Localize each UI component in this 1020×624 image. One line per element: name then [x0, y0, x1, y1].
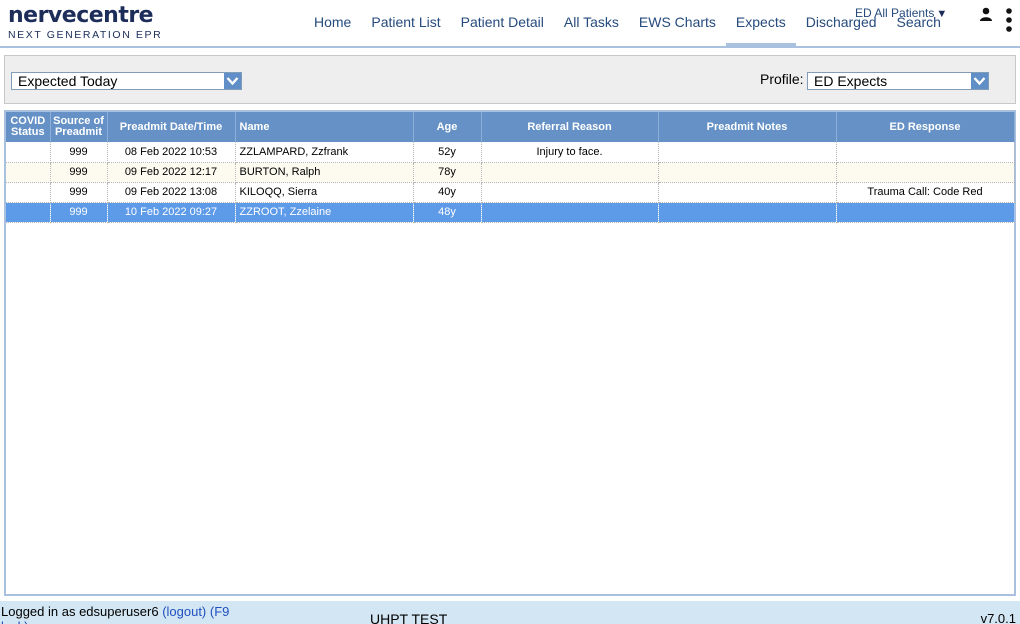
dropdown-arrow-icon[interactable]: [224, 73, 241, 89]
expected-day-value: Expected Today: [18, 73, 118, 89]
logout-link[interactable]: (logout): [162, 604, 206, 619]
nervecentre-logo[interactable]: nervecentre NEXT GENERATION EPR: [8, 3, 163, 42]
nav-patient-detail[interactable]: Patient Detail: [451, 0, 554, 46]
table-row-selected[interactable]: 999 10 Feb 2022 09:27 ZZROOT, Zzelaine 4…: [6, 202, 1015, 223]
col-covid-status[interactable]: COVID Status: [6, 112, 51, 142]
col-preadmit-datetime[interactable]: Preadmit Date/Time: [107, 112, 236, 142]
col-preadmit-notes[interactable]: Preadmit Notes: [658, 112, 837, 142]
table-row[interactable]: 999 09 Feb 2022 13:08 KILOQQ, Sierra 40y…: [6, 182, 1015, 203]
nav-all-tasks[interactable]: All Tasks: [554, 0, 629, 46]
filter-toolbar: Expected Today Profile: ED Expects: [4, 55, 1016, 104]
dropdown-arrow-icon[interactable]: [971, 73, 988, 89]
site-name: UHPT TEST: [370, 611, 448, 624]
kebab-menu-icon[interactable]: [1005, 8, 1013, 34]
expects-table: COVID Status Source of Preadmit Preadmit D…: [6, 112, 1015, 223]
col-ed-response[interactable]: ED Response: [836, 112, 1015, 142]
table-row[interactable]: 999 09 Feb 2022 12:17 BURTON, Ralph 78y: [6, 162, 1015, 183]
nav-patient-list[interactable]: Patient List: [361, 0, 450, 46]
logo-tagline: NEXT GENERATION EPR: [8, 29, 163, 41]
logged-in-text: Logged in as edsuperuser6: [1, 604, 159, 619]
expects-table-panel: COVID Status Source of Preadmit Preadmit D…: [4, 110, 1016, 596]
main-nav: Home Patient List Patient Detail All Tas…: [304, 0, 951, 46]
col-source-of-preadmit[interactable]: Source of Preadmit: [50, 112, 108, 142]
table-header-row: COVID Status Source of Preadmit Preadmit D…: [6, 112, 1015, 142]
table-row[interactable]: 999 08 Feb 2022 10:53 ZZLAMPARD, Zzfrank…: [6, 142, 1015, 163]
nav-ews-charts[interactable]: EWS Charts: [629, 0, 726, 46]
logo-text: nervecentre: [8, 3, 154, 28]
ward-selector[interactable]: ED All Patients ▼: [855, 6, 947, 20]
nav-expects[interactable]: Expects: [725, 0, 796, 46]
user-icon[interactable]: [979, 7, 993, 21]
login-info: Logged in as edsuperuser6 (logout) (F9 l…: [1, 604, 246, 624]
caret-down-icon: ▼: [936, 8, 948, 20]
app-header: nervecentre NEXT GENERATION EPR Home Pat…: [0, 0, 1020, 48]
col-name[interactable]: Name: [235, 112, 414, 142]
expected-day-dropdown[interactable]: Expected Today: [11, 72, 242, 90]
profile-dropdown[interactable]: ED Expects: [807, 72, 989, 90]
col-age[interactable]: Age: [413, 112, 482, 142]
nav-home[interactable]: Home: [304, 0, 361, 46]
status-footer: Logged in as edsuperuser6 (logout) (F9 l…: [0, 601, 1020, 624]
profile-value: ED Expects: [814, 73, 888, 89]
ward-selector-label: ED All Patients: [855, 6, 935, 20]
profile-label: Profile:: [760, 71, 804, 87]
app-version: v7.0.1: [980, 611, 1016, 624]
col-referral-reason[interactable]: Referral Reason: [481, 112, 659, 142]
